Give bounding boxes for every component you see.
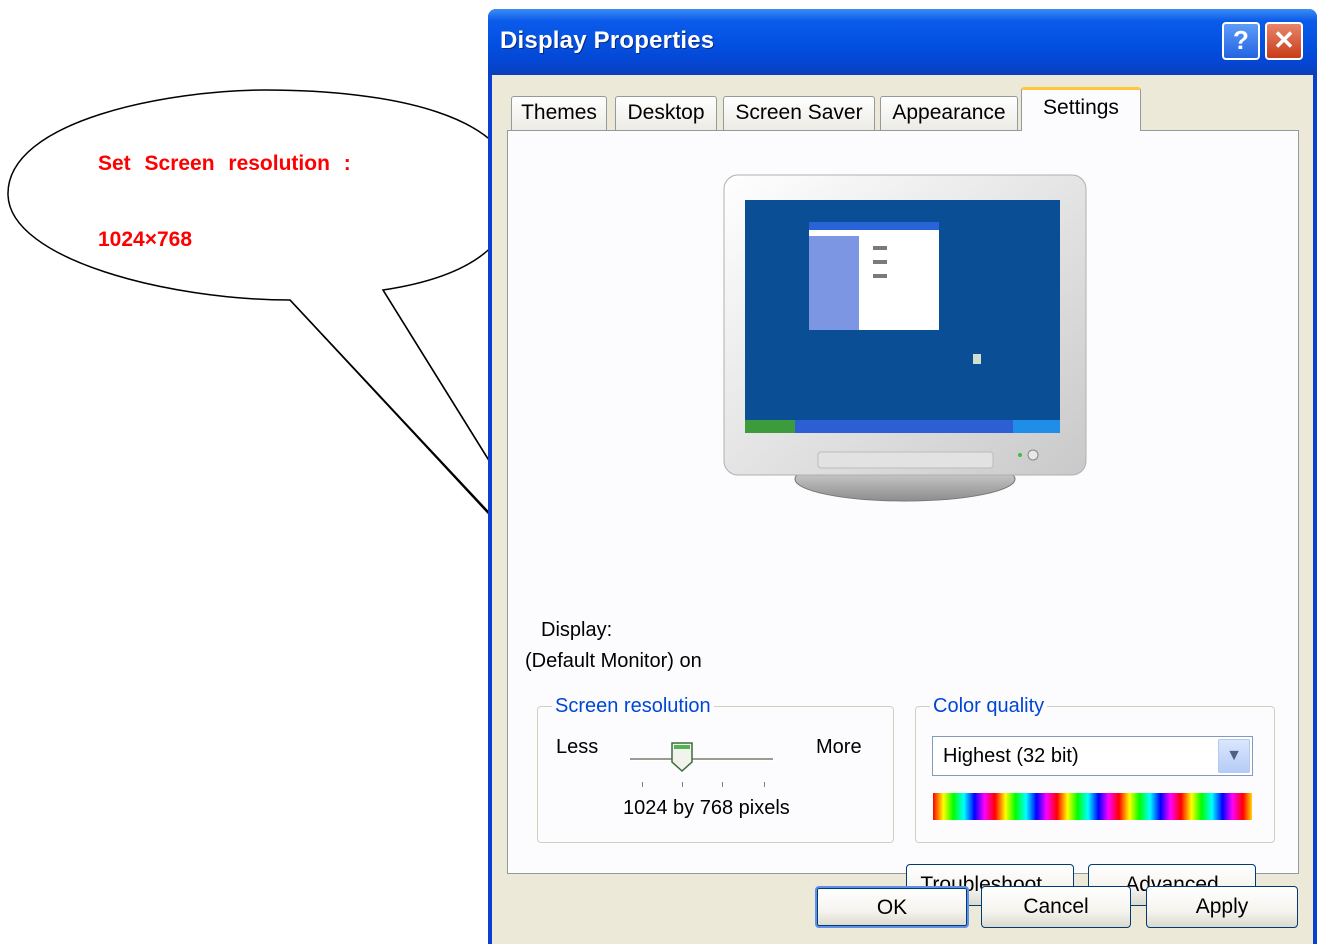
resolution-less-label: Less bbox=[556, 736, 599, 758]
close-button[interactable]: ✕ bbox=[1265, 22, 1303, 60]
slider-tick bbox=[764, 782, 765, 787]
tab-settings[interactable]: Settings bbox=[1021, 87, 1141, 131]
dialog-client-area: Themes Desktop Screen Saver Appearance S… bbox=[492, 75, 1313, 944]
resolution-slider-track[interactable] bbox=[630, 758, 773, 761]
resolution-value-text: 1024 by 768 pixels bbox=[623, 797, 790, 819]
title-bar[interactable]: Display Properties ? ✕ bbox=[488, 9, 1317, 75]
display-label: Display: bbox=[541, 619, 613, 641]
window-title: Display Properties bbox=[500, 27, 715, 54]
help-button[interactable]: ? bbox=[1222, 22, 1260, 60]
ok-button[interactable]: OK bbox=[815, 886, 969, 928]
slider-tick bbox=[642, 782, 643, 787]
annotation-line-1: Set Screen resolution : bbox=[98, 152, 351, 175]
display-properties-window: Display Properties ? ✕ Themes Desktop Sc… bbox=[488, 9, 1317, 944]
slider-tick bbox=[682, 782, 683, 787]
resolution-more-label: More bbox=[816, 736, 862, 758]
preview-start-button bbox=[745, 420, 795, 433]
display-value: (Default Monitor) on bbox=[525, 650, 702, 672]
tab-appearance[interactable]: Appearance bbox=[880, 96, 1018, 130]
annotation-line-2: 1024×768 bbox=[98, 228, 193, 251]
settings-tab-panel: Display: (Default Monitor) on Screen res… bbox=[507, 130, 1299, 906]
color-quality-select[interactable]: Highest (32 bit) ▼ bbox=[932, 736, 1253, 776]
tab-desktop[interactable]: Desktop bbox=[615, 96, 717, 130]
color-quality-selected-value: Highest (32 bit) bbox=[943, 745, 1079, 767]
color-spectrum-bar bbox=[933, 793, 1252, 820]
slider-tick bbox=[722, 782, 723, 787]
resolution-slider-thumb[interactable] bbox=[670, 741, 694, 773]
tab-screen-saver[interactable]: Screen Saver bbox=[723, 96, 875, 130]
chevron-down-icon[interactable]: ▼ bbox=[1218, 739, 1250, 773]
tab-themes[interactable]: Themes bbox=[511, 96, 607, 130]
monitor-preview-image bbox=[723, 174, 1087, 502]
color-quality-legend: Color quality bbox=[933, 695, 1045, 717]
apply-button[interactable]: Apply bbox=[1146, 886, 1298, 928]
cancel-button[interactable]: Cancel bbox=[981, 886, 1131, 928]
screen-resolution-group: Screen resolution bbox=[537, 695, 894, 843]
screen-resolution-legend: Screen resolution bbox=[555, 695, 711, 717]
